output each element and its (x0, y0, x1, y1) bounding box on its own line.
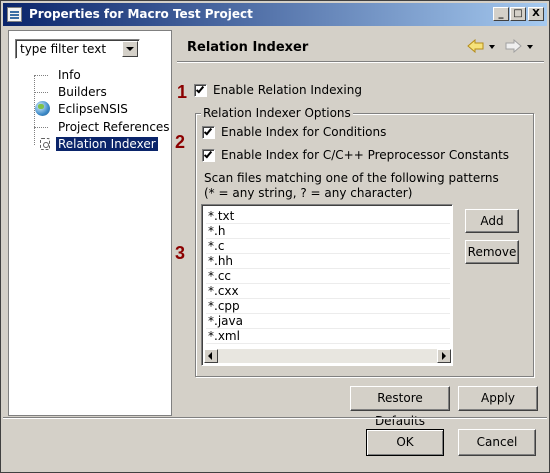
restore-defaults-button[interactable]: Restore Defaults (350, 386, 450, 428)
checkbox-label: Enable Index for C/C++ Preprocessor Cons… (221, 148, 510, 162)
list-item[interactable]: *.cc (206, 269, 450, 284)
remove-pattern-button[interactable]: Remove (465, 240, 519, 264)
minimize-button[interactable]: _ (493, 7, 509, 21)
button-label: Apply (481, 391, 515, 405)
list-item[interactable]: *.java (206, 314, 450, 329)
checkbox-box[interactable] (202, 149, 215, 162)
horizontal-scrollbar[interactable] (204, 349, 451, 363)
check-icon (195, 84, 205, 94)
relation-indexer-icon (40, 138, 50, 150)
scan-line-2: (* = any string, ? = any character) (204, 186, 413, 200)
checkbox-label: Enable Index for Conditions (221, 125, 387, 139)
properties-dialog: Properties for Macro Test Project _ □ X … (0, 0, 550, 473)
checkbox-label: Enable Relation Indexing (213, 83, 362, 97)
apply-button[interactable]: Apply (458, 386, 538, 411)
checkbox-box[interactable] (194, 84, 207, 97)
add-pattern-button[interactable]: Add (465, 209, 519, 233)
forward-history-chevron-down-icon[interactable] (527, 45, 533, 49)
title-bar[interactable]: Properties for Macro Test Project _ □ X (3, 3, 547, 26)
marker-2: 2 (175, 132, 186, 152)
page-header: Relation Indexer (177, 35, 544, 59)
list-item[interactable]: *.cxx (206, 284, 450, 299)
list-item[interactable]: *.txt (206, 209, 450, 224)
chevron-down-icon[interactable] (122, 41, 138, 57)
checkbox-box[interactable] (202, 126, 215, 139)
property-page-tree-panel: type filter text Info Builders EclipseNS… (8, 30, 172, 416)
list-item[interactable]: *.hh (206, 254, 450, 269)
window-title: Properties for Macro Test Project (29, 7, 253, 21)
list-item[interactable]: *.h (206, 224, 450, 239)
tree-item-label: Info (58, 68, 81, 82)
button-label: Restore Defaults (374, 391, 426, 428)
button-label: Cancel (476, 435, 518, 449)
close-button[interactable]: X (528, 7, 544, 21)
globe-icon (35, 101, 50, 116)
check-icon (203, 126, 213, 136)
properties-window-icon (7, 7, 22, 22)
back-history-chevron-down-icon[interactable] (489, 45, 495, 49)
button-label: OK (396, 435, 414, 449)
page-title: Relation Indexer (187, 40, 309, 55)
button-label: Remove (467, 245, 517, 259)
cancel-button[interactable]: Cancel (458, 429, 536, 456)
back-arrow-icon[interactable] (467, 39, 485, 53)
check-icon (203, 149, 213, 159)
marker-1: 1 (177, 82, 188, 102)
marker-3: 3 (175, 243, 186, 263)
button-label: Add (480, 214, 504, 228)
tree-item-label: Builders (58, 85, 107, 99)
filter-text[interactable]: type filter text (20, 42, 106, 56)
group-legend: Relation Indexer Options (201, 106, 353, 120)
tree-item-label: Project References (58, 120, 170, 134)
scan-line-1: Scan files matching one of the following… (204, 171, 499, 185)
file-patterns-list[interactable]: *.txt *.h *.c *.hh *.cc *.cxx *.cpp *.ja… (201, 204, 453, 366)
tree-item-label: Relation Indexer (56, 137, 158, 151)
maximize-button[interactable]: □ (510, 7, 526, 21)
scroll-left-icon[interactable] (204, 349, 218, 363)
header-separator (177, 61, 544, 63)
forward-arrow-icon[interactable] (504, 39, 522, 53)
tree-item-label: EclipseNSIS (58, 102, 128, 116)
ok-button[interactable]: OK (366, 429, 444, 456)
scroll-right-icon[interactable] (437, 349, 451, 363)
footer-separator (3, 417, 547, 419)
list-item[interactable]: *.c (206, 239, 450, 254)
type-filter-combo[interactable]: type filter text (15, 39, 140, 59)
list-item[interactable]: *.xml (206, 329, 450, 344)
scan-patterns-description: Scan files matching one of the following… (204, 171, 499, 201)
list-item[interactable]: *.cpp (206, 299, 450, 314)
